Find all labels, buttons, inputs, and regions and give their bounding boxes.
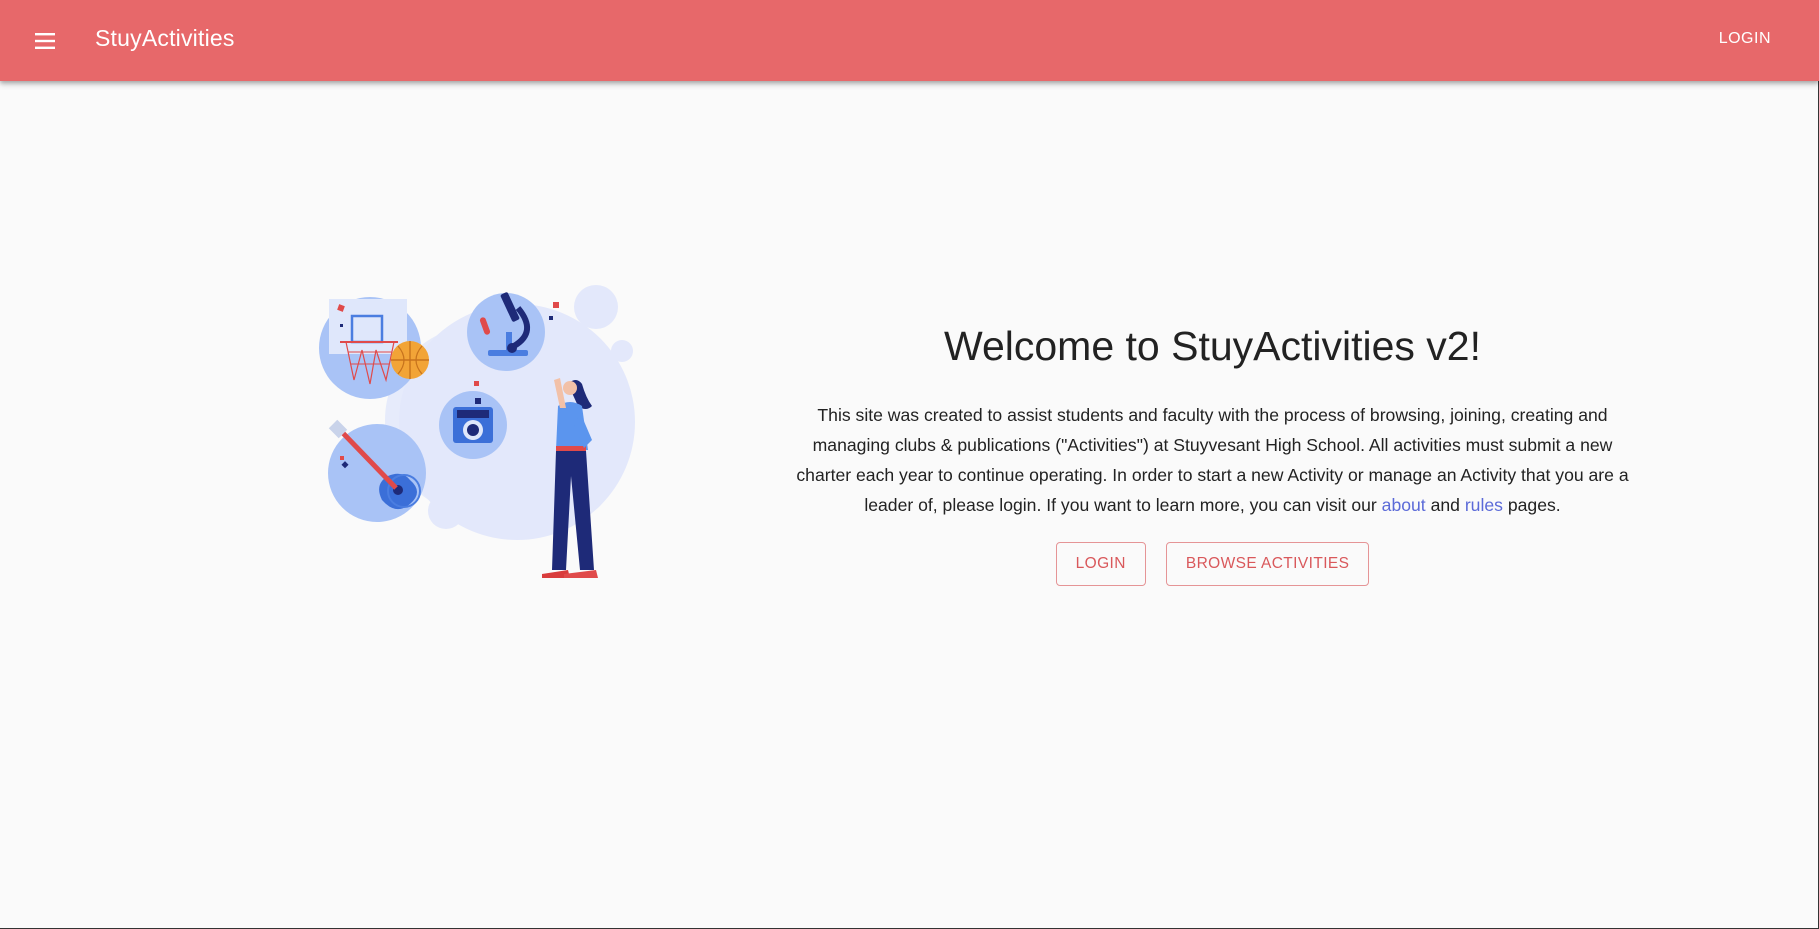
menu-icon — [35, 33, 55, 49]
hero-text-part2: pages. — [1502, 495, 1561, 515]
hero-section: Welcome to StuyActivities v2! This site … — [790, 318, 1635, 586]
hero-text-between: and — [1425, 495, 1465, 515]
basketball-icon — [391, 341, 429, 379]
hero-actions: LOGIN BROWSE ACTIVITIES — [790, 542, 1635, 586]
about-link[interactable]: about — [1382, 495, 1426, 515]
bubble — [428, 493, 464, 529]
login-button[interactable]: LOGIN — [1055, 542, 1146, 586]
rules-link[interactable]: rules — [1465, 495, 1503, 515]
hero-description: This site was created to assist students… — [790, 400, 1635, 520]
menu-button[interactable] — [24, 20, 66, 62]
browse-activities-button[interactable]: BROWSE ACTIVITIES — [1165, 542, 1370, 586]
hero-illustration — [310, 280, 650, 620]
app-bar: StuyActivities LOGIN — [0, 0, 1819, 81]
appbar-login-button[interactable]: LOGIN — [1719, 30, 1771, 48]
bubble — [611, 340, 633, 362]
bubble — [574, 285, 618, 329]
app-title[interactable]: StuyActivities — [95, 25, 235, 52]
page-title: Welcome to StuyActivities v2! — [944, 323, 1481, 369]
